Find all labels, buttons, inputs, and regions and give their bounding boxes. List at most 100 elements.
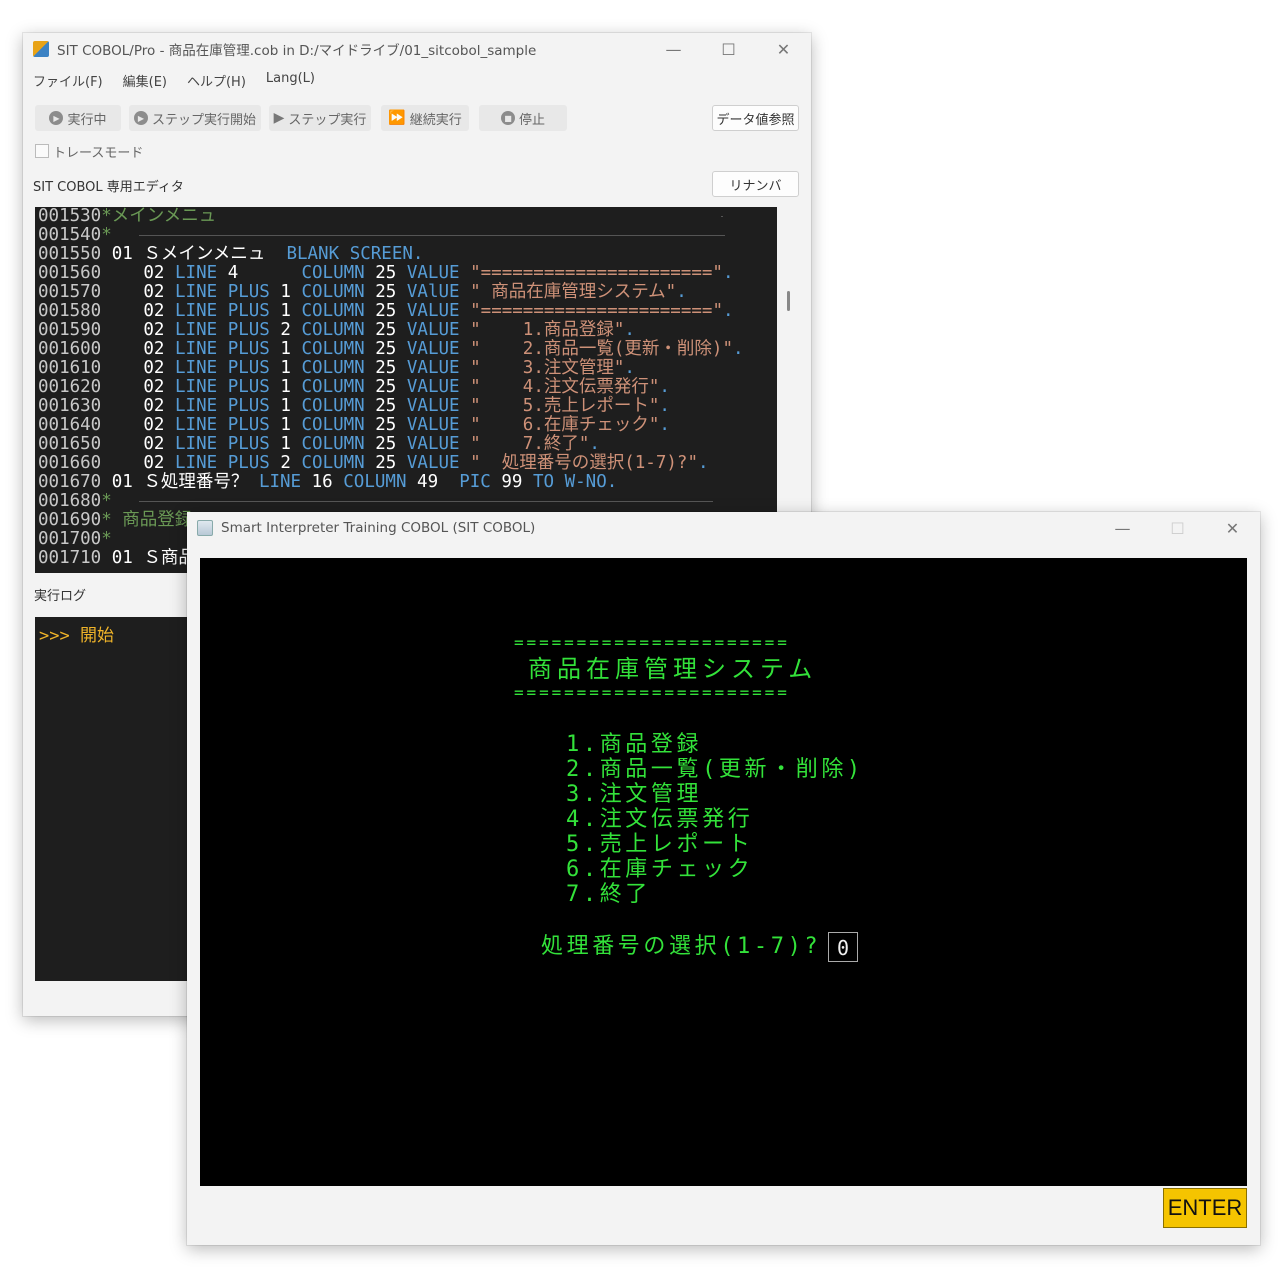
line-number: 001580 bbox=[38, 301, 102, 321]
terminal-titlebar[interactable]: Smart Interpreter Training COBOL (SIT CO… bbox=[187, 512, 1260, 544]
stop-icon: ■ bbox=[500, 111, 515, 125]
code-line: 001550 01 Ｓメインメニュ BLANK SCREEN. bbox=[38, 244, 424, 264]
data-reference-label: データ値参照 bbox=[716, 112, 795, 128]
line-number: 001690 bbox=[38, 510, 102, 530]
separator-rule bbox=[721, 216, 723, 217]
line-number: 001590 bbox=[38, 320, 102, 340]
play-icon: ▶ bbox=[273, 110, 285, 126]
editor-scrollbar-thumb[interactable] bbox=[787, 291, 790, 311]
line-number: 001670 bbox=[38, 472, 102, 492]
menu-item: 6.在庫チェック bbox=[566, 857, 754, 882]
menu-rule-top: ====================== bbox=[514, 633, 790, 652]
code-line: 001650 02 LINE PLUS 1 COLUMN 25 VALUE " … bbox=[38, 434, 600, 454]
line-number: 001570 bbox=[38, 282, 102, 302]
comment-marker: * bbox=[101, 510, 112, 530]
fast-forward-icon: ⏩ bbox=[388, 110, 406, 126]
renumber-button[interactable]: リナンバ bbox=[712, 171, 799, 197]
play-circle-icon: ▶ bbox=[133, 111, 148, 125]
code-line: 001640 02 LINE PLUS 1 COLUMN 25 VALUE " … bbox=[38, 415, 670, 435]
maximize-icon[interactable]: ☐ bbox=[1150, 512, 1205, 544]
code-line: 001560 02 LINE 4 COLUMN 25 VALUE "======… bbox=[38, 263, 734, 283]
line-number: 001610 bbox=[38, 358, 102, 378]
step-label: ステップ実行 bbox=[288, 112, 367, 128]
stop-button[interactable]: ■ 停止 bbox=[479, 105, 567, 131]
running-button[interactable]: ▶ 実行中 bbox=[35, 105, 121, 131]
play-icon: ▶ bbox=[49, 111, 64, 125]
selection-prompt: 処理番号の選択(1-7)? bbox=[541, 934, 822, 959]
comment-marker: * bbox=[101, 529, 112, 549]
menu-file[interactable]: ファイル(F) bbox=[23, 67, 113, 91]
line-number: 001600 bbox=[38, 339, 102, 359]
minimize-icon[interactable]: — bbox=[646, 33, 701, 65]
code-line: 001620 02 LINE PLUS 1 COLUMN 25 VALUE " … bbox=[38, 377, 670, 397]
continue-button[interactable]: ⏩ 継続実行 bbox=[381, 105, 469, 131]
line-number: 001640 bbox=[38, 415, 102, 435]
code-line: 001630 02 LINE PLUS 1 COLUMN 25 VALUE " … bbox=[38, 396, 670, 416]
maximize-icon[interactable]: ☐ bbox=[701, 33, 756, 65]
line-number: 001530 bbox=[38, 207, 102, 226]
step-button[interactable]: ▶ ステップ実行 bbox=[269, 105, 371, 131]
menu-item: 2.商品一覧(更新・削除) bbox=[566, 757, 864, 782]
editor-label: SIT COBOL 専用エディタ bbox=[33, 180, 184, 195]
comment-marker: * bbox=[101, 207, 112, 226]
line-number: 001680 bbox=[38, 491, 102, 511]
comment-text: 商品登録 bbox=[111, 510, 193, 530]
menu-edit[interactable]: 編集(E) bbox=[113, 67, 177, 91]
menu-heading: 商品在庫管理システム bbox=[528, 655, 818, 683]
menu-rule-bottom: ====================== bbox=[514, 683, 790, 702]
renumber-label: リナンバ bbox=[729, 178, 782, 194]
sit-cobol-app-icon bbox=[33, 41, 49, 57]
menu-item: 1.商品登録 bbox=[566, 732, 703, 757]
minimize-icon[interactable]: — bbox=[1095, 512, 1150, 544]
execution-log-label: 実行ログ bbox=[34, 589, 87, 604]
line-number: 001630 bbox=[38, 396, 102, 416]
ide-window-title: SIT COBOL/Pro - 商品在庫管理.cob in D:/マイドライブ/… bbox=[57, 43, 537, 59]
line-number: 001650 bbox=[38, 434, 102, 454]
step-start-button[interactable]: ▶ ステップ実行開始 bbox=[129, 105, 261, 131]
code-line: 001670 01 Ｓ処理番号？ LINE 16 COLUMN 49 PIC 9… bbox=[38, 472, 618, 492]
menu-bar: ファイル(F) 編集(E) ヘルプ(H) Lang(L) bbox=[23, 67, 325, 91]
line-number: 001710 bbox=[38, 548, 102, 568]
menu-item: 7.終了 bbox=[566, 882, 651, 907]
separator-rule bbox=[139, 501, 713, 502]
line-number: 001660 bbox=[38, 453, 102, 473]
step-start-label: ステップ実行開始 bbox=[151, 112, 256, 128]
data-reference-button[interactable]: データ値参照 bbox=[712, 105, 799, 131]
close-icon[interactable]: ✕ bbox=[1205, 512, 1260, 544]
code-line: 001530*メインメニュ bbox=[38, 207, 216, 226]
stop-label: 停止 bbox=[518, 112, 545, 128]
comment-text: メインメニュ bbox=[111, 207, 217, 226]
line-number: 001550 bbox=[38, 244, 102, 264]
code-line: 001570 02 LINE PLUS 1 COLUMN 25 VAlUE " … bbox=[38, 282, 687, 302]
log-line: >>> 開始 bbox=[39, 626, 114, 646]
menu-item: 4.注文伝票発行 bbox=[566, 807, 754, 832]
terminal-screen: ====================== 商品在庫管理システム ======… bbox=[200, 558, 1247, 1186]
ide-titlebar[interactable]: SIT COBOL/Pro - 商品在庫管理.cob in D:/マイドライブ/… bbox=[23, 33, 811, 65]
separator-rule bbox=[139, 235, 725, 236]
code-line: 001710 01 Ｓ商品 bbox=[38, 548, 196, 568]
code-line: 001580 02 LINE PLUS 1 COLUMN 25 VALUE "=… bbox=[38, 301, 734, 321]
menu-lang[interactable]: Lang(L) bbox=[256, 67, 325, 91]
trace-mode-label: トレースモード bbox=[53, 146, 144, 161]
continue-label: 継続実行 bbox=[409, 112, 462, 128]
enter-button[interactable]: ENTER bbox=[1163, 1188, 1247, 1228]
terminal-window-title: Smart Interpreter Training COBOL (SIT CO… bbox=[221, 520, 536, 536]
menu-item: 3.注文管理 bbox=[566, 782, 703, 807]
terminal-app-icon bbox=[197, 520, 213, 536]
running-label: 実行中 bbox=[67, 112, 107, 128]
code-line: 001610 02 LINE PLUS 1 COLUMN 25 VALUE " … bbox=[38, 358, 635, 378]
line-number: 001540 bbox=[38, 225, 102, 245]
code-line: 001700* bbox=[38, 530, 112, 549]
code-line: 001540* bbox=[38, 226, 112, 245]
code-line: 001660 02 LINE PLUS 2 COLUMN 25 VALUE " … bbox=[38, 453, 709, 473]
selection-input[interactable]: 0 bbox=[828, 932, 858, 962]
close-icon[interactable]: ✕ bbox=[756, 33, 811, 65]
comment-marker: * bbox=[101, 491, 112, 511]
terminal-window: Smart Interpreter Training COBOL (SIT CO… bbox=[187, 512, 1260, 1245]
line-number: 001620 bbox=[38, 377, 102, 397]
code-line: 001690* 商品登録 bbox=[38, 511, 192, 530]
menu-item: 5.売上レポート bbox=[566, 832, 754, 857]
menu-help[interactable]: ヘルプ(H) bbox=[177, 67, 256, 91]
comment-marker: * bbox=[101, 225, 112, 245]
trace-mode-checkbox[interactable] bbox=[35, 144, 49, 158]
